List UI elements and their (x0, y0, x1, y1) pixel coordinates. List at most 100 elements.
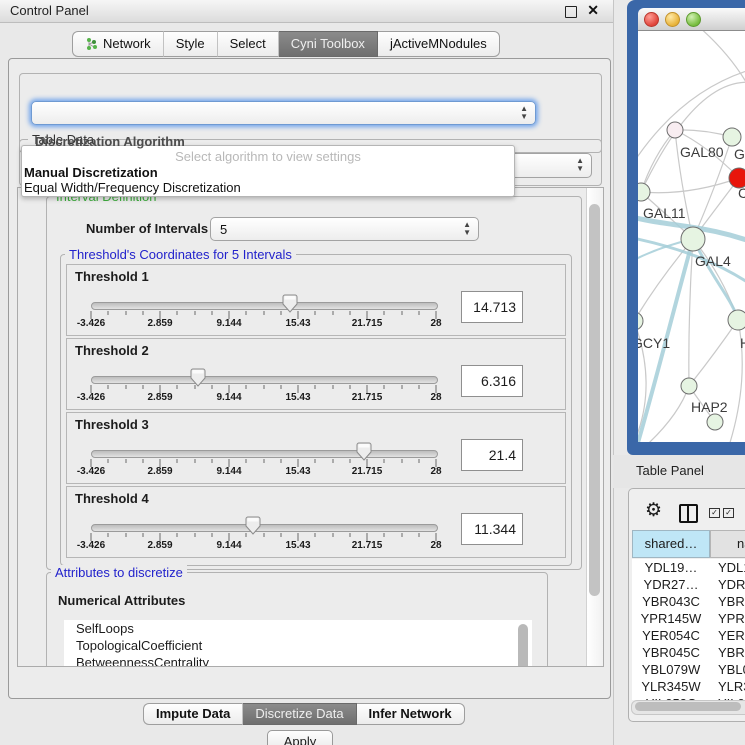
list-scrollbar-thumb[interactable] (518, 624, 528, 667)
table-panel-header: Table Panel (613, 455, 745, 488)
tab-cyni-toolbox[interactable]: Cyni Toolbox (279, 31, 378, 57)
table-panel: ⚙ ✓ ✓ shared… na YDL19…YDL1YDR27…YDR2YBR… (628, 488, 745, 722)
table-cell-shared-name[interactable]: YPR145W (632, 610, 710, 627)
slider-thumb[interactable] (190, 368, 206, 387)
tab-select[interactable]: Select (218, 31, 279, 57)
slider-track[interactable] (91, 302, 438, 310)
traffic-light-zoom-icon[interactable] (686, 12, 701, 27)
table-cell-name[interactable]: YDL1 (710, 559, 745, 576)
network-node[interactable] (667, 122, 683, 138)
horizontal-scrollbar-thumb[interactable] (635, 702, 741, 711)
network-window: GAL80GACGAL11GAL4GCY1HHAP2 (627, 0, 745, 455)
tick-mark (315, 385, 316, 389)
traffic-light-minimize-icon[interactable] (665, 12, 680, 27)
threshold-value-field[interactable]: 6.316 (461, 365, 523, 397)
attribute-list-item[interactable]: SelfLoops (64, 620, 532, 637)
slider-thumb[interactable] (356, 442, 372, 461)
network-graph: GAL80GACGAL11GAL4GCY1HHAP2 (638, 31, 745, 442)
tick-mark (280, 533, 281, 537)
tick-mark (108, 459, 109, 463)
table-cell-shared-name[interactable]: YBR045C (632, 644, 710, 661)
vertical-scrollbar-track[interactable] (586, 188, 604, 666)
slider-track[interactable] (91, 376, 438, 384)
table-row[interactable]: YBL079WYBL0 (632, 661, 745, 678)
network-edge-highlighted (693, 239, 738, 320)
network-node[interactable] (681, 378, 697, 394)
network-node[interactable] (638, 312, 643, 330)
network-node[interactable] (723, 128, 741, 146)
tick-label: 15.43 (285, 466, 310, 477)
table-row[interactable]: YDL19…YDL1 (632, 559, 745, 576)
tab-label: Style (176, 32, 205, 56)
threshold-value-field[interactable]: 21.4 (461, 439, 523, 471)
checkbox-icon[interactable]: ✓ (709, 508, 720, 518)
panel-title: Control Panel (10, 3, 89, 18)
attribute-list-item[interactable]: TopologicalCoefficient (64, 637, 532, 654)
network-node[interactable] (707, 414, 723, 430)
tick-mark (142, 459, 143, 463)
slider-thumb[interactable] (245, 516, 261, 535)
horizontal-scrollbar-track[interactable] (631, 700, 745, 715)
tab-impute-data[interactable]: Impute Data (143, 703, 243, 725)
threshold-value-field[interactable]: 14.713 (461, 291, 523, 323)
table-row[interactable]: YLR345WYLR3 (632, 678, 745, 695)
table-row[interactable]: YER054CYER0 (632, 627, 745, 644)
tick-mark (177, 385, 178, 389)
threshold-item: Threshold 1-3.4262.8599.14415.4321.71528… (66, 264, 566, 336)
apply-button[interactable]: Apply (267, 730, 333, 745)
table-cell-shared-name[interactable]: YER054C (632, 627, 710, 644)
tick-mark (384, 459, 385, 463)
table-cell-shared-name[interactable]: YBL079W (632, 661, 710, 678)
num-intervals-combobox[interactable]: 5 ▲▼ (210, 217, 479, 241)
tab-infer-network[interactable]: Infer Network (357, 703, 465, 725)
tick-mark (332, 459, 333, 463)
table-cell-name[interactable]: YPR1 (710, 610, 745, 627)
tick-label: 2.859 (147, 392, 172, 403)
vertical-scrollbar-thumb[interactable] (589, 204, 600, 596)
table-cell-shared-name[interactable]: YBR043C (632, 593, 710, 610)
column-header-shared[interactable]: shared… (632, 530, 710, 558)
network-view-canvas[interactable]: GAL80GACGAL11GAL4GCY1HHAP2 (638, 31, 745, 442)
float-window-icon[interactable] (565, 6, 577, 18)
split-view-icon[interactable] (679, 504, 698, 523)
column-header-name[interactable]: na (710, 530, 745, 558)
slider-track[interactable] (91, 450, 438, 458)
tab-jactivemnodules[interactable]: jActiveMNodules (378, 31, 500, 57)
slider-track[interactable] (91, 524, 438, 532)
table-cell-shared-name[interactable]: YLR345W (632, 678, 710, 695)
checkbox-icon[interactable]: ✓ (723, 508, 734, 518)
algorithm-option[interactable]: Manual Discretization (24, 165, 158, 180)
threshold-value-field[interactable]: 11.344 (461, 513, 523, 545)
traffic-light-close-icon[interactable] (644, 12, 659, 27)
table-cell-shared-name[interactable]: YDR27… (632, 576, 710, 593)
num-intervals-label: Number of Intervals (86, 221, 208, 236)
table-row[interactable]: YBR043CYBR0 (632, 593, 745, 610)
threshold-label: Threshold 4 (75, 491, 149, 506)
table-cell-name[interactable]: YBR0 (710, 644, 745, 661)
network-node[interactable] (728, 310, 745, 330)
algorithm-combobox[interactable]: ▲▼ (31, 101, 536, 125)
table-cell-name[interactable]: YER0 (710, 627, 745, 644)
network-node[interactable] (681, 227, 705, 251)
tick-mark (125, 311, 126, 315)
gear-icon[interactable]: ⚙ (645, 501, 662, 520)
tab-network[interactable]: Network (72, 31, 164, 57)
table-cell-name[interactable]: YBL0 (710, 661, 745, 678)
table-cell-name[interactable]: YLR3 (710, 678, 745, 695)
table-cell-name[interactable]: YDR2 (710, 576, 745, 593)
table-row[interactable]: YDR27…YDR2 (632, 576, 745, 593)
attribute-list-item[interactable]: BetweennessCentrality (64, 654, 532, 667)
table-row[interactable]: YPR145WYPR1 (632, 610, 745, 627)
tab-style[interactable]: Style (164, 31, 218, 57)
algorithm-option[interactable]: Equal Width/Frequency Discretization (24, 180, 241, 195)
table-row[interactable]: YBR045CYBR0 (632, 644, 745, 661)
tab-discretize-data[interactable]: Discretize Data (243, 703, 356, 725)
slider-thumb[interactable] (282, 294, 298, 313)
tick-mark (280, 385, 281, 389)
table-cell-name[interactable]: YBR0 (710, 593, 745, 610)
tick-mark (401, 311, 402, 315)
tick-mark (177, 311, 178, 315)
tick-mark (142, 311, 143, 315)
table-cell-shared-name[interactable]: YDL19… (632, 559, 710, 576)
close-icon[interactable]: ✕ (587, 2, 599, 19)
